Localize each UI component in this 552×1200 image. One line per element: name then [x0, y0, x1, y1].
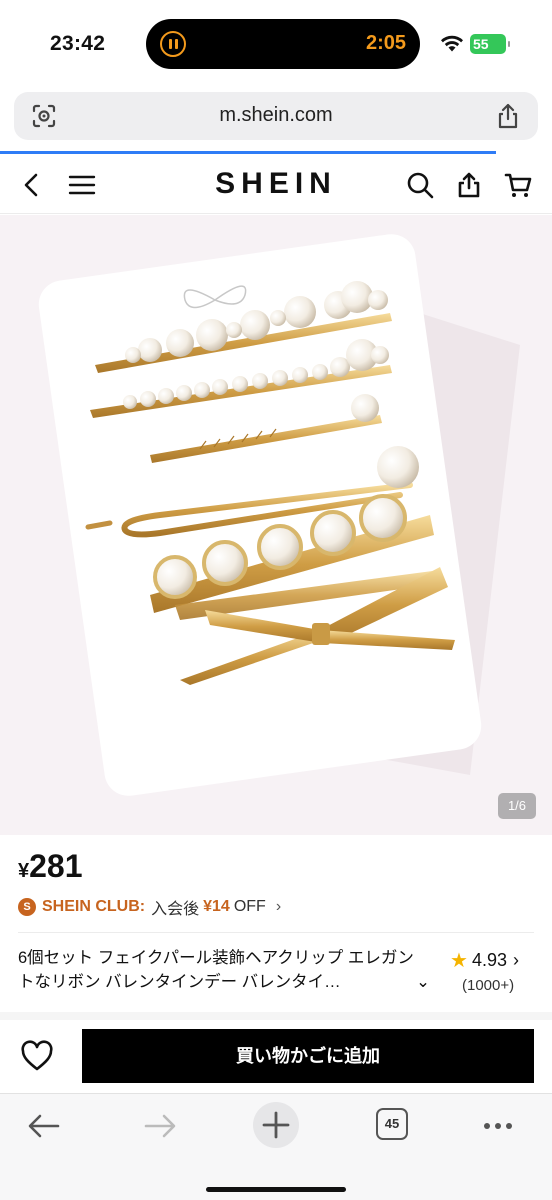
add-to-cart-button[interactable]: 買い物かごに追加: [82, 1029, 534, 1083]
club-suffix: OFF: [233, 898, 266, 915]
island-timer: 2:05: [365, 32, 406, 54]
url-text: m.shein.com: [219, 104, 333, 126]
back-arrow-icon[interactable]: [26, 1108, 62, 1144]
hair-clips-photo: [38, 234, 520, 796]
rating-value: 4.93: [471, 950, 507, 970]
product-title[interactable]: 6個セット フェイクパール装飾ヘアクリップ エレガントなリボン バレンタインデー…: [18, 946, 430, 994]
club-prefix: 入会後: [151, 901, 200, 918]
page-load-progress: [0, 151, 496, 154]
new-tab-button[interactable]: [253, 1102, 299, 1148]
image-counter: 1/6: [498, 793, 536, 819]
forward-arrow-icon[interactable]: [142, 1108, 178, 1144]
product-rating[interactable]: ★ 4.93 › (1000+): [450, 948, 540, 994]
more-options-icon[interactable]: [480, 1108, 516, 1144]
plus-icon: [262, 1111, 290, 1139]
browser-toolbar: 45: [0, 1093, 552, 1200]
currency-symbol: ¥: [18, 860, 30, 882]
wishlist-heart-icon[interactable]: [20, 1040, 54, 1072]
battery-indicator: 55: [470, 34, 510, 54]
cart-icon[interactable]: [504, 171, 532, 199]
chevron-down-icon[interactable]: ⌄: [412, 970, 430, 994]
club-discount: ¥14: [203, 898, 230, 915]
wifi-icon: [441, 35, 463, 52]
club-name: SHEIN CLUB:: [42, 898, 146, 915]
share-icon[interactable]: [494, 102, 522, 130]
product-price: ¥281: [18, 848, 83, 885]
chevron-right-icon: ›: [512, 950, 519, 970]
pause-icon: [160, 31, 186, 57]
price-value: 281: [29, 848, 83, 884]
site-header: SHEIN: [0, 156, 552, 214]
star-icon: ★: [450, 950, 468, 972]
share-icon[interactable]: [455, 171, 483, 199]
battery-level: 55: [473, 36, 489, 52]
review-count: (1000+): [462, 977, 515, 994]
divider: [18, 932, 534, 933]
product-image[interactable]: 1/6: [0, 215, 552, 835]
club-badge-icon: S: [18, 898, 36, 916]
home-indicator: [206, 1187, 346, 1192]
search-icon[interactable]: [406, 171, 434, 199]
address-bar[interactable]: m.shein.com: [14, 92, 538, 140]
product-title-text: 6個セット フェイクパール装飾ヘアクリップ エレガントなリボン バレンタインデー…: [18, 949, 414, 991]
status-time: 23:42: [50, 32, 106, 55]
shein-club-promo[interactable]: S SHEIN CLUB: 入会後 ¥14 OFF ›: [18, 896, 281, 918]
status-bar: 23:42 2:05 55: [0, 0, 552, 88]
dynamic-island[interactable]: 2:05: [146, 19, 420, 69]
tab-count-button[interactable]: 45: [376, 1108, 408, 1140]
chevron-right-icon: ›: [275, 898, 282, 915]
section-gap: [0, 1012, 552, 1020]
